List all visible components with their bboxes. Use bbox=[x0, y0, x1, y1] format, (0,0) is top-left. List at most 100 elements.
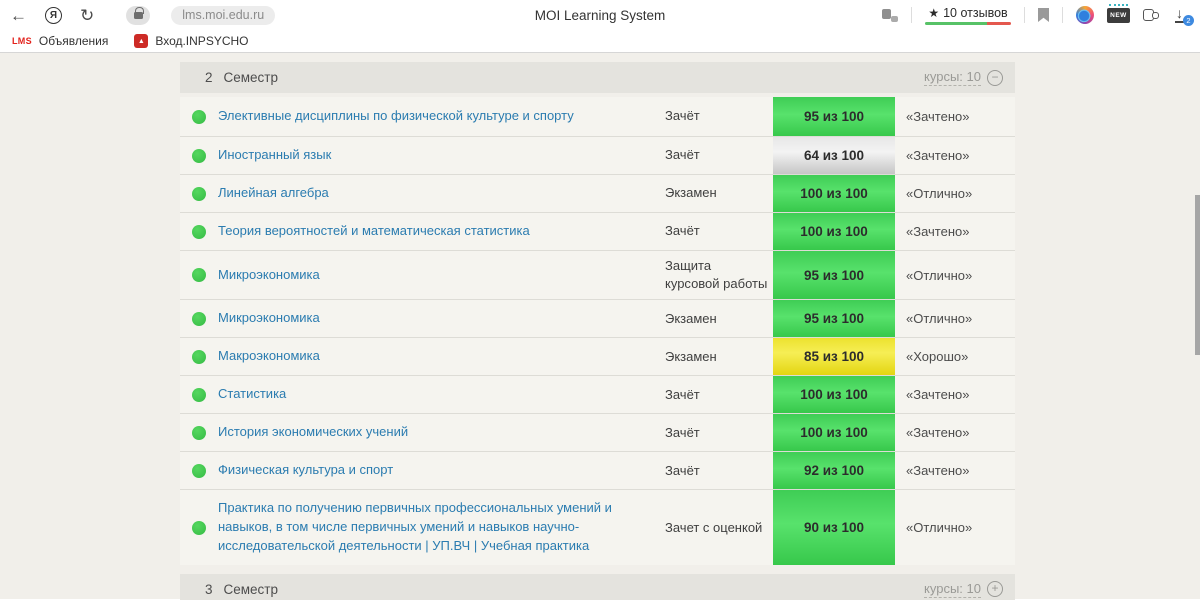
address-bar[interactable]: lms.moi.edu.ru bbox=[171, 5, 276, 25]
bookmark-item-announcements[interactable]: LMS Объявления bbox=[12, 34, 108, 48]
table-row: Физическая культура и спорт Зачёт 92 из … bbox=[180, 451, 1015, 490]
score-badge: 95 из 100 bbox=[773, 97, 895, 136]
reload-icon[interactable]: ↻ bbox=[80, 7, 94, 24]
reviews-count-label: 10 отзывов bbox=[943, 5, 1008, 20]
semester-label: Семестр bbox=[223, 581, 279, 597]
course-link[interactable]: Микроэкономика bbox=[218, 257, 665, 294]
collections-icon[interactable] bbox=[1143, 8, 1159, 22]
course-status-icon bbox=[192, 425, 206, 440]
course-link[interactable]: Теория вероятностей и математическая ста… bbox=[218, 213, 665, 250]
courses-count-link[interactable]: курсы: 10 bbox=[924, 69, 981, 86]
exam-type: Защита курсовой работы bbox=[665, 258, 768, 292]
course-link[interactable]: Линейная алгебра bbox=[218, 175, 665, 212]
exam-type: Зачёт bbox=[665, 462, 700, 478]
semester-label: Семестр bbox=[223, 70, 279, 85]
course-status-icon bbox=[192, 109, 206, 124]
course-status-icon bbox=[192, 224, 206, 239]
semester-table: 2 Семестр курсы: 10 − Элективные дисципл… bbox=[180, 53, 1015, 600]
course-status-icon bbox=[192, 349, 206, 364]
collapse-button[interactable]: − bbox=[987, 69, 1003, 86]
lms-favicon: LMS bbox=[12, 36, 32, 46]
site-security-button[interactable] bbox=[126, 5, 151, 25]
extension-icon[interactable] bbox=[1076, 6, 1094, 24]
course-status-icon bbox=[192, 186, 206, 201]
semester-2-header[interactable]: 2 Семестр курсы: 10 − bbox=[180, 62, 1015, 93]
exam-type: Зачёт bbox=[665, 424, 700, 440]
course-link[interactable]: Практика по получению первичных професси… bbox=[218, 490, 665, 565]
table-row: История экономических учений Зачёт 100 и… bbox=[180, 413, 1015, 452]
semester-number: 2 bbox=[205, 70, 213, 85]
grade-text: «Зачтено» bbox=[906, 463, 970, 479]
grade-text: «Отлично» bbox=[906, 186, 973, 201]
bookmarks-bar: LMS Объявления ▲ Вход.INPSYCHO bbox=[0, 30, 1200, 53]
course-status-icon bbox=[192, 311, 206, 326]
new-tab-extension-icon[interactable]: NEW bbox=[1107, 3, 1130, 23]
semester-number: 3 bbox=[205, 581, 213, 597]
back-icon[interactable]: ← bbox=[10, 7, 27, 24]
table-row: Практика по получению первичных професси… bbox=[180, 489, 1015, 565]
score-badge: 100 из 100 bbox=[773, 414, 895, 452]
score-badge: 85 из 100 bbox=[773, 338, 895, 376]
toolbar-separator bbox=[911, 7, 912, 23]
exam-type: Зачёт bbox=[665, 147, 700, 163]
score-badge: 95 из 100 bbox=[773, 251, 895, 300]
course-link[interactable]: Физическая культура и спорт bbox=[218, 452, 665, 489]
course-link[interactable]: Макроэкономика bbox=[218, 338, 665, 375]
exam-type: Зачёт bbox=[665, 223, 700, 239]
table-row: Микроэкономика Экзамен 95 из 100 «Отличн… bbox=[180, 299, 1015, 338]
grade-text: «Отлично» bbox=[906, 311, 973, 327]
course-link[interactable]: Статистика bbox=[218, 376, 665, 413]
grade-text: «Отлично» bbox=[906, 520, 973, 536]
grade-text: «Хорошо» bbox=[906, 349, 969, 365]
rating-bar bbox=[925, 21, 1011, 25]
reviews-widget-icon[interactable] bbox=[882, 8, 898, 22]
table-row: Макроэкономика Экзамен 85 из 100 «Хорошо… bbox=[180, 337, 1015, 376]
scrollbar-thumb[interactable] bbox=[1195, 195, 1200, 355]
table-row: Элективные дисциплины по физической куль… bbox=[180, 97, 1015, 136]
score-badge: 100 из 100 bbox=[773, 376, 895, 414]
course-status-icon bbox=[192, 387, 206, 402]
exam-type: Экзамен bbox=[665, 185, 717, 201]
bookmark-icon[interactable] bbox=[1038, 8, 1049, 22]
course-link[interactable]: Элективные дисциплины по физической куль… bbox=[218, 98, 665, 135]
courses-count-link[interactable]: курсы: 10 bbox=[924, 581, 981, 598]
site-reviews-button[interactable]: ★ 10 отзывов bbox=[925, 6, 1011, 25]
grade-text: «Отлично» bbox=[906, 267, 973, 283]
grade-text: «Зачтено» bbox=[906, 224, 970, 239]
course-link[interactable]: История экономических учений bbox=[218, 414, 665, 451]
course-status-icon bbox=[192, 268, 206, 283]
course-link[interactable]: Иностранный язык bbox=[218, 137, 665, 174]
semester-3-header[interactable]: 3 Семестр курсы: 10 + bbox=[180, 573, 1015, 600]
toolbar-separator bbox=[1062, 7, 1063, 23]
download-arrow-icon: ↓ bbox=[1176, 5, 1183, 21]
exam-type: Экзамен bbox=[665, 348, 717, 364]
toolbar-separator bbox=[1024, 7, 1025, 23]
score-badge: 92 из 100 bbox=[773, 452, 895, 490]
course-table-body: Элективные дисциплины по физической куль… bbox=[180, 97, 1015, 565]
table-row: Статистика Зачёт 100 из 100 «Зачтено» bbox=[180, 375, 1015, 414]
score-badge: 90 из 100 bbox=[773, 490, 895, 565]
download-count-badge: 2 bbox=[1183, 15, 1194, 26]
grade-text: «Зачтено» bbox=[906, 387, 970, 403]
grade-text: «Зачтено» bbox=[906, 425, 970, 441]
score-badge: 100 из 100 bbox=[773, 213, 895, 250]
yandex-logo[interactable]: Я bbox=[45, 6, 62, 24]
grade-text: «Зачтено» bbox=[906, 109, 970, 124]
exam-type: Зачёт bbox=[665, 386, 700, 402]
expand-button[interactable]: + bbox=[987, 581, 1003, 598]
bookmark-label: Вход.INPSYCHO bbox=[155, 34, 249, 48]
score-badge: 95 из 100 bbox=[773, 300, 895, 338]
exam-type: Зачёт bbox=[665, 108, 700, 124]
table-row: Линейная алгебра Экзамен 100 из 100 «Отл… bbox=[180, 174, 1015, 212]
table-row: Иностранный язык Зачёт 64 из 100 «Зачтен… bbox=[180, 136, 1015, 174]
downloads-button[interactable]: ↓ 2 bbox=[1172, 5, 1194, 26]
lock-icon bbox=[133, 6, 144, 19]
bookmark-label: Объявления bbox=[38, 34, 109, 48]
course-link[interactable]: Микроэкономика bbox=[218, 300, 665, 337]
grade-text: «Зачтено» bbox=[906, 148, 970, 163]
bookmark-item-inpsycho[interactable]: ▲ Вход.INPSYCHO bbox=[134, 34, 249, 48]
lms-page: 2 Семестр курсы: 10 − Элективные дисципл… bbox=[0, 53, 1200, 600]
table-row: Микроэкономика Защита курсовой работы 95… bbox=[180, 250, 1015, 300]
course-status-icon bbox=[192, 148, 206, 163]
table-row: Теория вероятностей и математическая ста… bbox=[180, 212, 1015, 250]
